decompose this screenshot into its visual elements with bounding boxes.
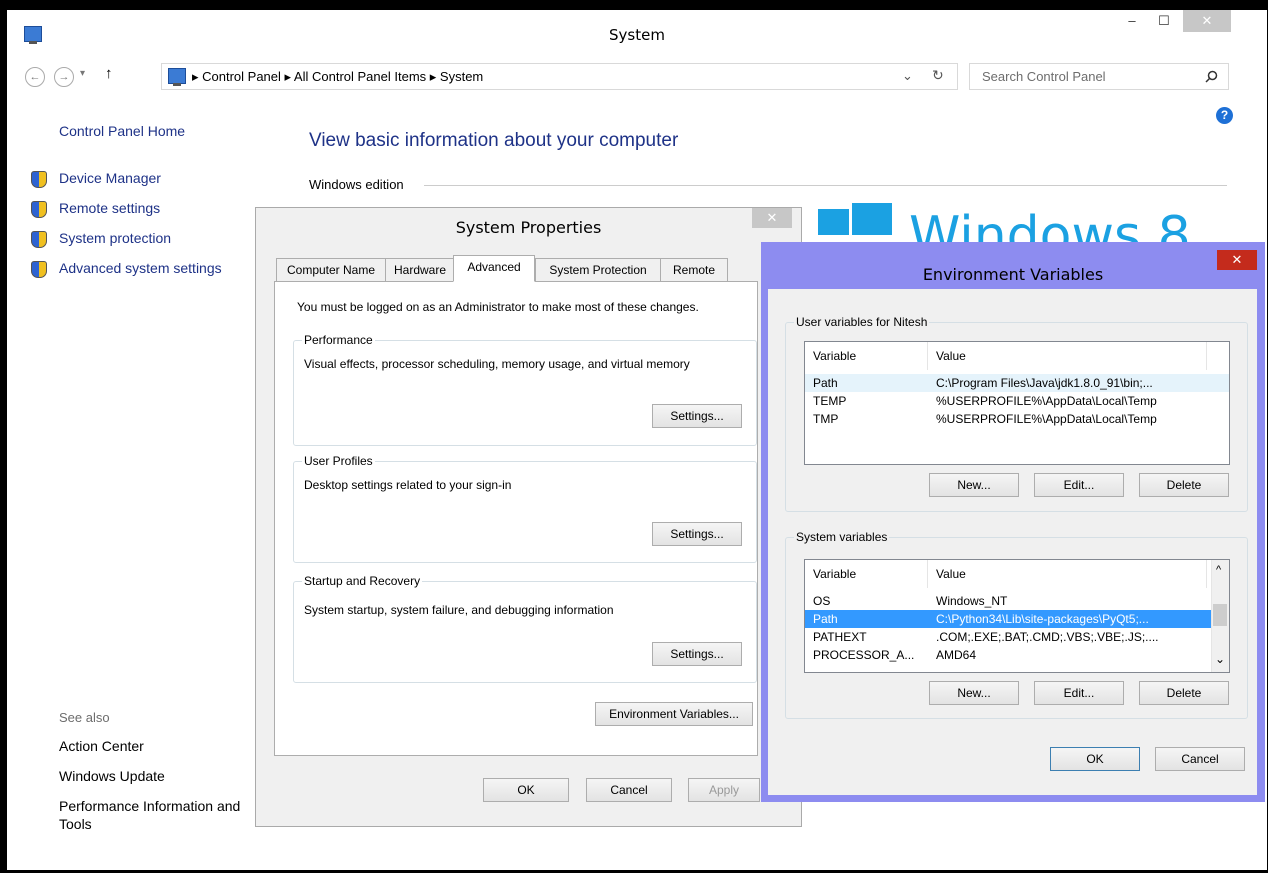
up-arrow-icon[interactable]: ↑ (105, 65, 113, 82)
performance-legend: Performance (302, 333, 375, 347)
list-item[interactable]: Path C:\Program Files\Java\jdk1.8.0_91\b… (805, 374, 1229, 392)
system-variables-group: System variables Variable Value OS Windo… (785, 530, 1248, 719)
performance-info-link-tools[interactable]: Tools (59, 816, 92, 832)
minimize-button[interactable]: – (1117, 10, 1147, 32)
environment-variables-dialog: Environment Variables ✕ User variables f… (761, 242, 1265, 802)
scroll-up-icon[interactable]: ^ (1216, 564, 1221, 576)
cancel-button[interactable]: Cancel (1155, 747, 1245, 771)
list-item[interactable]: TMP %USERPROFILE%\AppData\Local\Temp (805, 410, 1229, 428)
divider (424, 185, 1227, 186)
list-item[interactable]: PROCESSOR_A... AMD64 (805, 646, 1211, 664)
cancel-button[interactable]: Cancel (586, 778, 672, 802)
address-bar[interactable]: ▸ Control Panel ▸ All Control Panel Item… (161, 63, 958, 90)
startup-recovery-group: Startup and Recovery System startup, sys… (293, 574, 757, 683)
column-header-value[interactable]: Value (928, 342, 1207, 370)
ok-button[interactable]: OK (1050, 747, 1140, 771)
list-item-selected[interactable]: Path C:\Python34\Lib\site-packages\PyQt5… (805, 610, 1211, 628)
shield-icon (31, 201, 47, 218)
performance-settings-button[interactable]: Settings... (652, 404, 742, 428)
system-delete-button[interactable]: Delete (1139, 681, 1229, 705)
user-variables-list[interactable]: Variable Value Path C:\Program Files\Jav… (804, 341, 1230, 465)
title-bar[interactable]: System – ☐ ✕ (7, 10, 1267, 55)
environment-variables-body: User variables for Nitesh Variable Value… (768, 289, 1257, 795)
system-edit-button[interactable]: Edit... (1034, 681, 1124, 705)
performance-description: Visual effects, processor scheduling, me… (304, 357, 690, 371)
tab-remote[interactable]: Remote (660, 258, 728, 282)
user-profiles-legend: User Profiles (302, 454, 375, 468)
remote-settings-link[interactable]: Remote settings (59, 200, 160, 216)
user-profiles-group: User Profiles Desktop settings related t… (293, 454, 757, 563)
performance-info-link[interactable]: Performance Information and (59, 798, 240, 814)
column-header-variable[interactable]: Variable (805, 342, 928, 370)
shield-icon (31, 231, 47, 248)
help-icon[interactable]: ? (1216, 107, 1233, 124)
breadcrumb[interactable]: ▸ Control Panel ▸ All Control Panel Item… (192, 69, 483, 85)
system-variables-list[interactable]: Variable Value OS Windows_NT Path C:\Pyt… (804, 559, 1230, 673)
environment-variables-button[interactable]: Environment Variables... (595, 702, 753, 726)
startup-recovery-description: System startup, system failure, and debu… (304, 603, 614, 617)
shield-icon (31, 171, 47, 188)
back-button[interactable]: ← (25, 67, 45, 87)
maximize-button[interactable]: ☐ (1149, 10, 1179, 32)
shield-icon (31, 261, 47, 278)
column-header-value[interactable]: Value (928, 560, 1207, 588)
address-dropdown-icon[interactable]: ⌄ (902, 68, 913, 84)
close-button[interactable]: ✕ (752, 208, 792, 228)
performance-group: Performance Visual effects, processor sc… (293, 333, 757, 446)
dialog-title: Environment Variables (922, 265, 1104, 284)
apply-button[interactable]: Apply (688, 778, 760, 802)
user-profiles-settings-button[interactable]: Settings... (652, 522, 742, 546)
startup-recovery-legend: Startup and Recovery (302, 574, 423, 588)
windows-logo-pane (852, 203, 892, 235)
windows-update-link[interactable]: Windows Update (59, 768, 165, 784)
system-window: System – ☐ ✕ ← → ▾ ↑ ▸ Control Panel ▸ A… (7, 10, 1267, 870)
user-variables-group: User variables for Nitesh Variable Value… (785, 315, 1248, 512)
forward-button[interactable]: → (54, 67, 74, 87)
system-variables-legend: System variables (794, 530, 890, 544)
column-header-variable[interactable]: Variable (805, 560, 928, 588)
advanced-tab-panel: You must be logged on as an Administrato… (274, 281, 758, 756)
search-input[interactable]: Search Control Panel (969, 63, 1229, 90)
user-variables-legend: User variables for Nitesh (794, 315, 930, 329)
scrollbar-thumb[interactable] (1213, 604, 1227, 626)
windows-edition-label: Windows edition (309, 177, 404, 192)
list-item[interactable]: OS Windows_NT (805, 592, 1211, 610)
admin-note: You must be logged on as an Administrato… (297, 300, 699, 314)
dialog-title: System Properties (455, 218, 602, 237)
advanced-system-settings-link[interactable]: Advanced system settings (59, 260, 222, 276)
tab-computer-name[interactable]: Computer Name (276, 258, 386, 282)
page-title: View basic information about your comput… (309, 130, 679, 151)
scroll-down-icon[interactable]: ⌄ (1215, 652, 1225, 666)
refresh-icon[interactable]: ↻ (932, 67, 944, 84)
control-panel-icon (168, 68, 186, 86)
recent-locations-chevron-icon[interactable]: ▾ (80, 68, 85, 79)
device-manager-link[interactable]: Device Manager (59, 170, 161, 186)
vertical-scrollbar[interactable]: ^ ⌄ (1211, 560, 1229, 672)
close-button[interactable]: ✕ (1183, 10, 1231, 32)
see-also-label: See also (59, 710, 110, 725)
system-new-button[interactable]: New... (929, 681, 1019, 705)
user-delete-button[interactable]: Delete (1139, 473, 1229, 497)
control-panel-home-link[interactable]: Control Panel Home (59, 123, 185, 139)
tab-system-protection[interactable]: System Protection (535, 258, 661, 282)
tab-advanced[interactable]: Advanced (453, 255, 535, 282)
tab-hardware[interactable]: Hardware (385, 258, 455, 282)
list-item[interactable]: PATHEXT .COM;.EXE;.BAT;.CMD;.VBS;.VBE;.J… (805, 628, 1211, 646)
startup-recovery-settings-button[interactable]: Settings... (652, 642, 742, 666)
user-edit-button[interactable]: Edit... (1034, 473, 1124, 497)
user-profiles-description: Desktop settings related to your sign-in (304, 478, 512, 492)
ok-button[interactable]: OK (483, 778, 569, 802)
system-protection-link[interactable]: System protection (59, 230, 171, 246)
system-properties-dialog: System Properties ✕ Computer Name Hardwa… (255, 207, 802, 827)
search-icon[interactable] (1205, 70, 1218, 83)
search-placeholder: Search Control Panel (982, 69, 1106, 84)
windows-logo-pane (818, 209, 849, 235)
window-title: System (609, 26, 665, 44)
list-item[interactable]: TEMP %USERPROFILE%\AppData\Local\Temp (805, 392, 1229, 410)
user-new-button[interactable]: New... (929, 473, 1019, 497)
close-button[interactable]: ✕ (1217, 250, 1257, 270)
action-center-link[interactable]: Action Center (59, 738, 144, 754)
